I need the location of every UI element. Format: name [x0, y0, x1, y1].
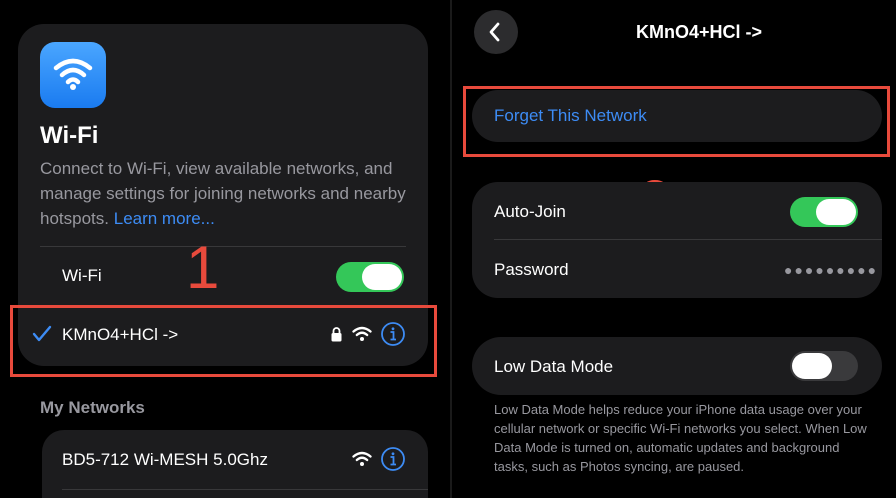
annotation-box-1	[10, 305, 437, 377]
annotation-number-1: 1	[186, 234, 220, 301]
my-networks-header: My Networks	[40, 398, 145, 417]
chevron-left-icon	[489, 22, 500, 42]
password-value[interactable]: ●●●●●●●●●	[784, 262, 878, 278]
auto-join-label: Auto-Join	[494, 202, 566, 221]
low-data-mode-row: Low Data Mode	[472, 337, 882, 395]
divider	[40, 246, 406, 247]
wifi-description-text: Connect to Wi-Fi, view available network…	[40, 159, 406, 228]
wifi-toggle-label: Wi-Fi	[62, 266, 102, 285]
wifi-icon	[352, 451, 372, 466]
wifi-toggle[interactable]	[336, 262, 404, 292]
nav-title: KMnO4+HCl ->	[635, 22, 763, 42]
learn-more-link[interactable]: Learn more...	[114, 209, 215, 228]
back-button[interactable]	[474, 10, 518, 54]
auto-join-toggle[interactable]	[790, 197, 858, 227]
divider	[62, 489, 428, 490]
annotation-box-2	[463, 86, 890, 157]
wifi-description: Connect to Wi-Fi, view available network…	[40, 156, 410, 231]
network-options-card: Auto-Join Password ●●●●●●●●●	[472, 182, 882, 298]
wifi-settings-pane: Wi-Fi Connect to Wi-Fi, view available n…	[0, 0, 450, 498]
my-networks-card: BD5-712 Wi-MESH 5.0Ghz	[42, 430, 428, 498]
network-name: BD5-712 Wi-MESH 5.0Ghz	[62, 450, 268, 469]
network-detail-pane: KMnO4+HCl -> Forget This Network 2 Auto-…	[452, 0, 896, 498]
wifi-title: Wi-Fi	[40, 122, 99, 149]
wifi-app-icon	[40, 42, 106, 108]
low-data-mode-label: Low Data Mode	[494, 357, 614, 376]
password-label: Password	[494, 260, 569, 279]
low-data-mode-toggle[interactable]	[790, 351, 858, 381]
wifi-icon	[53, 58, 93, 90]
info-icon[interactable]	[380, 446, 406, 472]
divider	[494, 239, 882, 240]
network-row[interactable]: BD5-712 Wi-MESH 5.0Ghz	[42, 430, 428, 488]
low-data-mode-footnote: Low Data Mode helps reduce your iPhone d…	[494, 402, 867, 474]
